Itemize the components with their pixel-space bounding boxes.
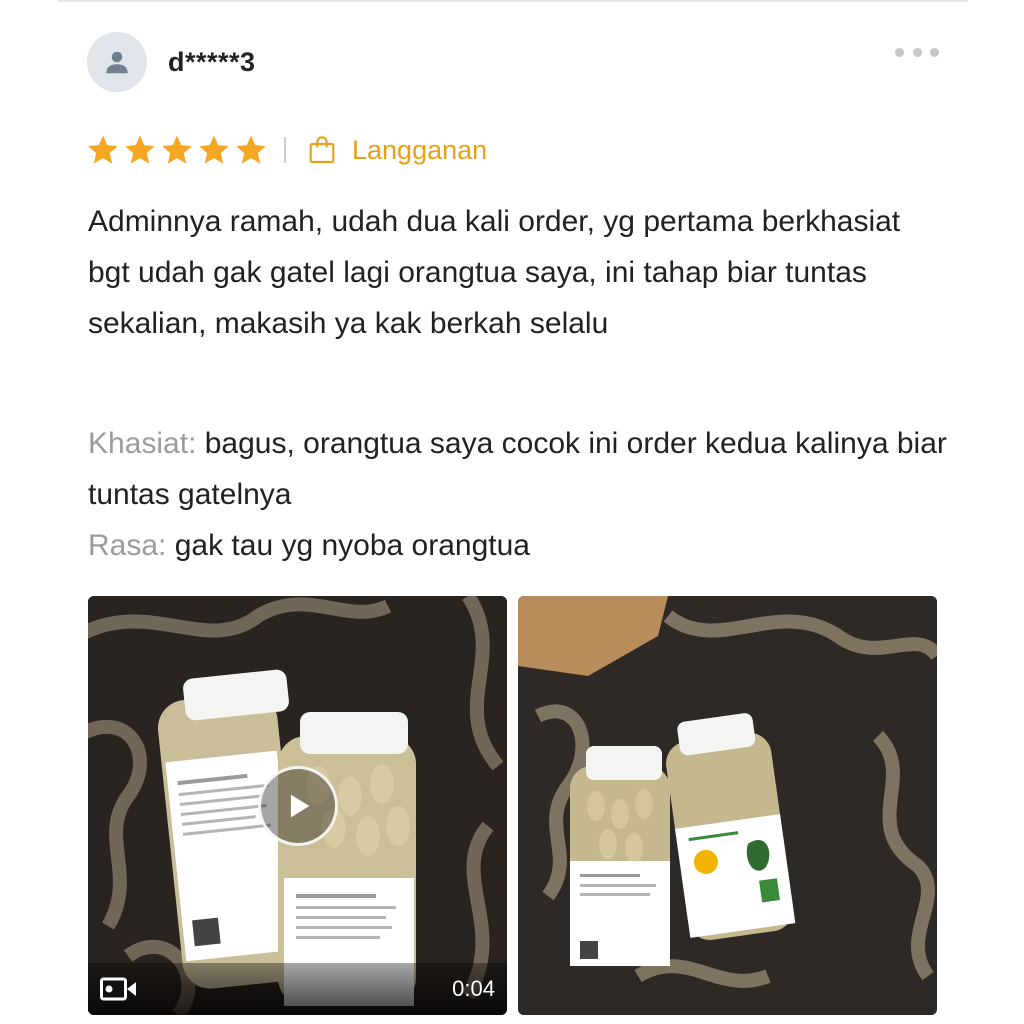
video-camera-icon bbox=[100, 977, 136, 1001]
attribute-value: gak tau yg nyoba orangtua bbox=[174, 529, 530, 562]
play-icon bbox=[290, 794, 310, 818]
star-rating bbox=[86, 133, 268, 167]
review-video-thumbnail[interactable]: 0:04 bbox=[88, 596, 507, 1015]
video-info-bar: 0:04 bbox=[88, 963, 507, 1015]
video-duration: 0:04 bbox=[452, 976, 495, 1001]
attribute-value: bagus, orangtua saya cocok ini order ked… bbox=[88, 427, 947, 511]
star-icon bbox=[162, 135, 192, 164]
user-icon bbox=[106, 51, 128, 74]
top-divider bbox=[58, 0, 968, 2]
star-icon bbox=[236, 135, 266, 164]
star-icon bbox=[199, 135, 229, 164]
shopping-bag-icon bbox=[309, 136, 335, 164]
attribute-key: Rasa: bbox=[88, 529, 167, 562]
star-icon bbox=[125, 135, 155, 164]
play-button[interactable] bbox=[258, 766, 338, 846]
avatar[interactable] bbox=[87, 32, 147, 92]
review-attributes: Khasiat: bagus, orangtua saya cocok ini … bbox=[88, 418, 948, 571]
review-text: Adminnya ramah, udah dua kali order, yg … bbox=[88, 205, 901, 340]
rating-row: Langganan bbox=[86, 130, 487, 170]
attribute-key: Khasiat: bbox=[88, 427, 197, 460]
star-icon bbox=[88, 135, 118, 164]
attribute-rasa: Rasa: gak tau yg nyoba orangtua bbox=[88, 520, 948, 571]
more-options-icon[interactable] bbox=[895, 46, 939, 58]
rating-divider bbox=[284, 137, 286, 163]
attribute-khasiat: Khasiat: bagus, orangtua saya cocok ini … bbox=[88, 418, 948, 520]
subscription-tag[interactable]: Langganan bbox=[306, 134, 487, 166]
reviewer-name: d*****3 bbox=[168, 47, 256, 77]
review-photo-thumbnail[interactable] bbox=[518, 596, 937, 1015]
tag-label: Langganan bbox=[352, 134, 488, 165]
review-photo-image bbox=[518, 596, 937, 1015]
